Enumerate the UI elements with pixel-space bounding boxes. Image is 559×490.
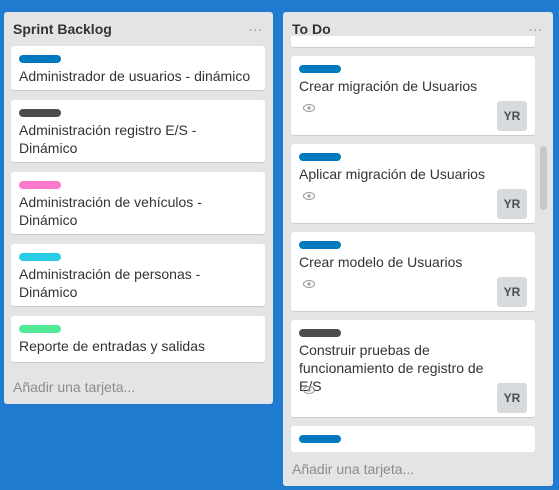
card-label	[299, 435, 341, 443]
card[interactable]: Crear migración de Usuarios YR	[291, 56, 535, 136]
eye-icon	[303, 104, 315, 112]
add-card-button[interactable]: Añadir una tarjeta...	[292, 461, 414, 477]
list-title[interactable]: To Do	[292, 21, 331, 37]
card-title: Crear modelo de Usuarios	[299, 254, 463, 270]
avatar[interactable]: YR	[497, 383, 527, 413]
card[interactable]: Administrador de usuarios - dinámico	[11, 46, 265, 91]
card-label	[19, 109, 61, 117]
list-menu-icon[interactable]: ...	[528, 18, 543, 34]
avatar[interactable]: YR	[497, 277, 527, 307]
list-sprint-backlog: Sprint Backlog ... Administrador de usua…	[4, 12, 273, 404]
card-label	[299, 241, 341, 249]
card-label	[299, 65, 341, 73]
card[interactable]: Administración de vehículos - Dinámico	[11, 172, 265, 235]
list-to-do: To Do ... Crear migración de Usuarios YR…	[283, 12, 553, 486]
avatar[interactable]: YR	[497, 101, 527, 131]
eye-icon	[303, 280, 315, 288]
card-label	[299, 153, 341, 161]
card[interactable]: Reporte de entradas y salidas	[11, 316, 265, 363]
card-title: Administración registro E/S - Dinámico	[19, 122, 197, 156]
eye-icon	[303, 192, 315, 200]
card-label	[19, 181, 61, 189]
card-title: Administrador de usuarios - dinámico	[19, 68, 251, 84]
avatar[interactable]: YR	[497, 189, 527, 219]
list-title[interactable]: Sprint Backlog	[13, 21, 112, 37]
card-title: Aplicar migración de Usuarios	[299, 166, 485, 182]
card[interactable]: Aplicar migración de Usuarios YR	[291, 144, 535, 224]
card-title: Reporte de entradas y salidas	[19, 338, 205, 354]
card-label	[19, 55, 61, 63]
card[interactable]: Administración registro E/S - Dinámico	[11, 100, 265, 163]
card[interactable]: Administración de personas - Dinámico	[11, 244, 265, 307]
card[interactable]: Construir pruebas de funcionamiento de r…	[291, 320, 535, 418]
eye-icon	[303, 386, 315, 394]
list-menu-icon[interactable]: ...	[248, 18, 263, 34]
list-scrollbar[interactable]	[540, 146, 547, 210]
card-title: Administración de vehículos - Dinámico	[19, 194, 202, 228]
card-label	[19, 325, 61, 333]
card-title: Crear migración de Usuarios	[299, 78, 478, 94]
add-card-button[interactable]: Añadir una tarjeta...	[13, 379, 135, 395]
card-title: Administración de personas - Dinámico	[19, 266, 201, 300]
card-label	[19, 253, 61, 261]
card-title: Construir pruebas de funcionamiento de r…	[299, 342, 484, 394]
card[interactable]	[291, 36, 535, 48]
list-footer: Añadir una tarjeta...	[283, 452, 553, 486]
card[interactable]	[291, 426, 535, 452]
card[interactable]: Crear modelo de Usuarios YR	[291, 232, 535, 312]
card-label	[299, 329, 341, 337]
